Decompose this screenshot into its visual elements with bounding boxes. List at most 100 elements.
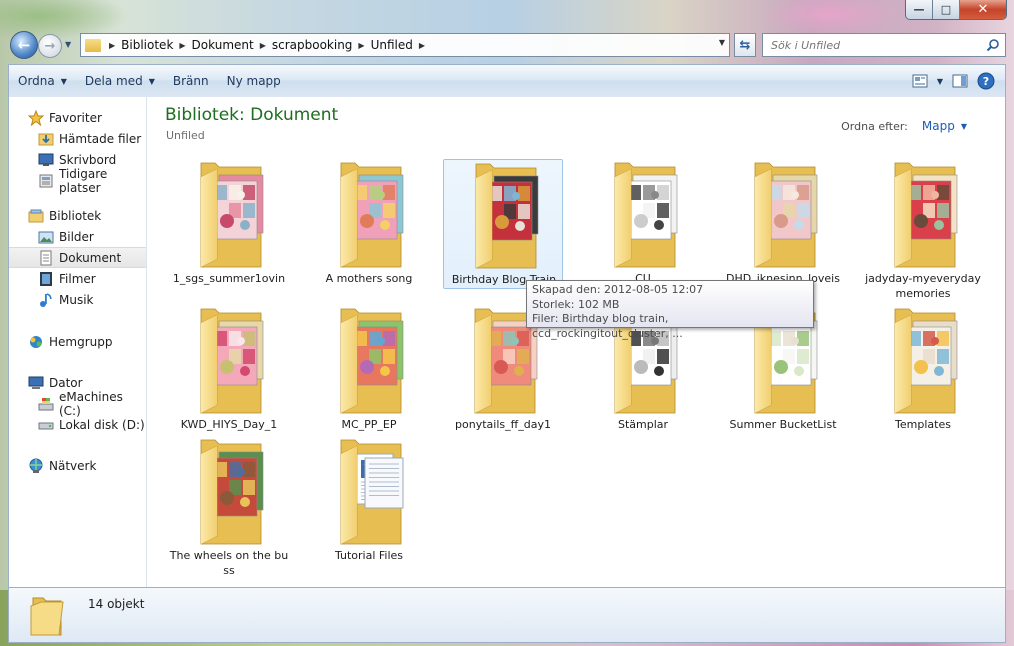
organize-button[interactable]: Ordna ▼ — [9, 70, 76, 92]
nav-network[interactable]: Nätverk — [9, 455, 146, 476]
burn-button[interactable]: Bränn — [164, 70, 218, 92]
maximize-icon: □ — [940, 3, 952, 16]
view-icon — [912, 74, 928, 88]
recent-places-icon — [38, 173, 54, 189]
chevron-right-icon[interactable]: ▶ — [109, 41, 115, 50]
folder-icon — [753, 159, 833, 271]
nav-libraries[interactable]: Bibliotek — [9, 205, 146, 226]
search-box[interactable] — [762, 33, 1006, 57]
pictures-icon — [38, 229, 54, 245]
chevron-down-icon[interactable]: ▼ — [961, 122, 967, 131]
breadcrumb-1[interactable]: ▶ Dokument — [179, 38, 253, 52]
folder-item[interactable]: Birthday Blog Train — [443, 159, 563, 289]
folder-icon — [30, 597, 64, 636]
maximize-button[interactable]: □ — [933, 0, 960, 19]
folder-icon — [85, 38, 101, 52]
downloads-folder-icon — [38, 131, 54, 147]
star-icon — [28, 109, 44, 126]
folder-icon — [339, 305, 419, 417]
folder-item[interactable]: DHD_iknesinn_loveis — [723, 159, 843, 289]
change-view-button[interactable] — [907, 70, 933, 92]
forward-button[interactable]: → — [38, 34, 62, 58]
folder-item[interactable]: Templates — [863, 305, 983, 435]
film-icon — [38, 271, 54, 287]
folder-item[interactable]: KWD_HIYS_Day_1 — [169, 305, 289, 435]
close-button[interactable]: ✕ — [960, 0, 1006, 19]
minimize-icon: — — [913, 3, 925, 16]
folder-item[interactable]: A mothers song — [309, 159, 429, 289]
libraries-group: Bibliotek Bilder Dokument Filmer Musik — [9, 205, 146, 310]
arrange-by-value[interactable]: Mapp — [922, 119, 955, 133]
chevron-right-icon[interactable]: ▶ — [419, 41, 425, 50]
page-title: Bibliotek: Dokument — [165, 105, 339, 125]
minimize-button[interactable]: — — [906, 0, 933, 19]
folder-label: jadyday-myeverydaymemories — [865, 272, 981, 300]
chevron-right-icon[interactable]: ▶ — [358, 41, 364, 50]
explorer-window: — □ ✕ ← → ▼ ▶ Bibliotek ▶ Dokument ▶ scrapb… — [0, 0, 1014, 646]
folder-icon: W — [339, 436, 419, 548]
nav-drive-d[interactable]: Lokal disk (D:) — [9, 414, 146, 435]
folder-item[interactable]: MC_PP_EP — [309, 305, 429, 435]
breadcrumb-end[interactable]: ▶ — [419, 41, 431, 50]
refresh-icon: ⇆ — [739, 37, 751, 53]
content-pane: Bibliotek: Dokument Unfiled Ordna efter:… — [147, 97, 1006, 587]
drive-icon — [38, 417, 54, 433]
refresh-button[interactable]: ⇆ — [734, 33, 756, 57]
breadcrumb-2[interactable]: ▶ scrapbooking — [260, 38, 353, 52]
nav-downloads[interactable]: Hämtade filer — [9, 128, 146, 149]
item-count: 14 objekt — [88, 597, 145, 611]
svg-text:?: ? — [983, 75, 989, 88]
folder-item[interactable]: jadyday-myeverydaymemories — [863, 159, 983, 300]
breadcrumb-3[interactable]: ▶ Unfiled — [358, 38, 412, 52]
command-bar: Ordna ▼ Dela med ▼ Bränn Ny mapp ▼ ? — [8, 64, 1006, 97]
chevron-down-icon: ▼ — [60, 76, 67, 86]
search-icon[interactable] — [986, 38, 1000, 52]
share-button[interactable]: Dela med ▼ — [76, 70, 164, 92]
chevron-down-icon: ▼ — [936, 76, 944, 86]
preview-pane-button[interactable] — [947, 70, 973, 92]
nav-music[interactable]: Musik — [9, 289, 146, 310]
folder-label: ponytails_ff_day1 — [455, 418, 551, 431]
address-history-dropdown[interactable]: ▼ — [719, 38, 725, 47]
music-note-icon — [38, 292, 54, 308]
network-group: Nätverk — [9, 455, 146, 476]
nav-drive-c[interactable]: eMachines (C:) — [9, 390, 146, 418]
chevron-right-icon[interactable]: ▶ — [179, 41, 185, 50]
folder-icon — [199, 436, 279, 548]
arrange-by: Ordna efter: Mapp ▼ — [841, 119, 967, 133]
chevron-right-icon[interactable]: ▶ — [260, 41, 266, 50]
address-bar[interactable]: ▶ Bibliotek ▶ Dokument ▶ scrapbooking ▶ Unfi… — [80, 33, 730, 57]
nav-videos[interactable]: Filmer — [9, 268, 146, 289]
search-input[interactable] — [771, 38, 971, 52]
folder-item[interactable]: CU — [583, 159, 703, 289]
breadcrumb-0[interactable]: ▶ Bibliotek — [109, 38, 173, 52]
folder-label: Stämplar — [617, 418, 669, 431]
nav-pictures[interactable]: Bilder — [9, 226, 146, 247]
folder-item[interactable]: The wheels on the buss — [169, 436, 289, 577]
tooltip-files: Filer: Birthday blog train, ccd_rockingi… — [532, 312, 683, 340]
folder-label: KWD_HIYS_Day_1 — [180, 418, 278, 431]
network-icon — [28, 458, 44, 474]
nav-homegroup[interactable]: Hemgrupp — [9, 331, 146, 352]
folder-item[interactable]: WTutorial Files — [309, 436, 429, 566]
back-arrow-icon: ← — [17, 36, 31, 54]
folder-item[interactable]: 1_sgs_summer1ovin — [169, 159, 289, 289]
chevron-down-icon: ▼ — [148, 76, 155, 86]
system-drive-icon — [38, 396, 54, 412]
folder-tooltip: Skapad den: 2012-08-05 12:07 Storlek: 10… — [526, 280, 814, 340]
library-icon — [28, 208, 44, 224]
folder-icon — [199, 305, 279, 417]
view-options-dropdown[interactable]: ▼ — [933, 70, 947, 92]
back-button[interactable]: ← — [10, 31, 38, 59]
help-button[interactable]: ? — [973, 70, 999, 92]
nav-favorites[interactable]: Favoriter — [9, 107, 146, 128]
nav-documents[interactable]: Dokument — [9, 247, 146, 268]
folder-label: 1_sgs_summer1ovin — [172, 272, 286, 285]
new-folder-button[interactable]: Ny mapp — [218, 70, 290, 92]
recent-pages-dropdown[interactable]: ▼ — [65, 39, 75, 51]
caption-buttons: — □ ✕ — [905, 0, 1007, 20]
page-subtitle: Unfiled — [166, 129, 205, 142]
folder-icon — [474, 160, 554, 272]
nav-recent-places[interactable]: Tidigare platser — [9, 167, 146, 195]
documents-icon — [38, 250, 54, 266]
